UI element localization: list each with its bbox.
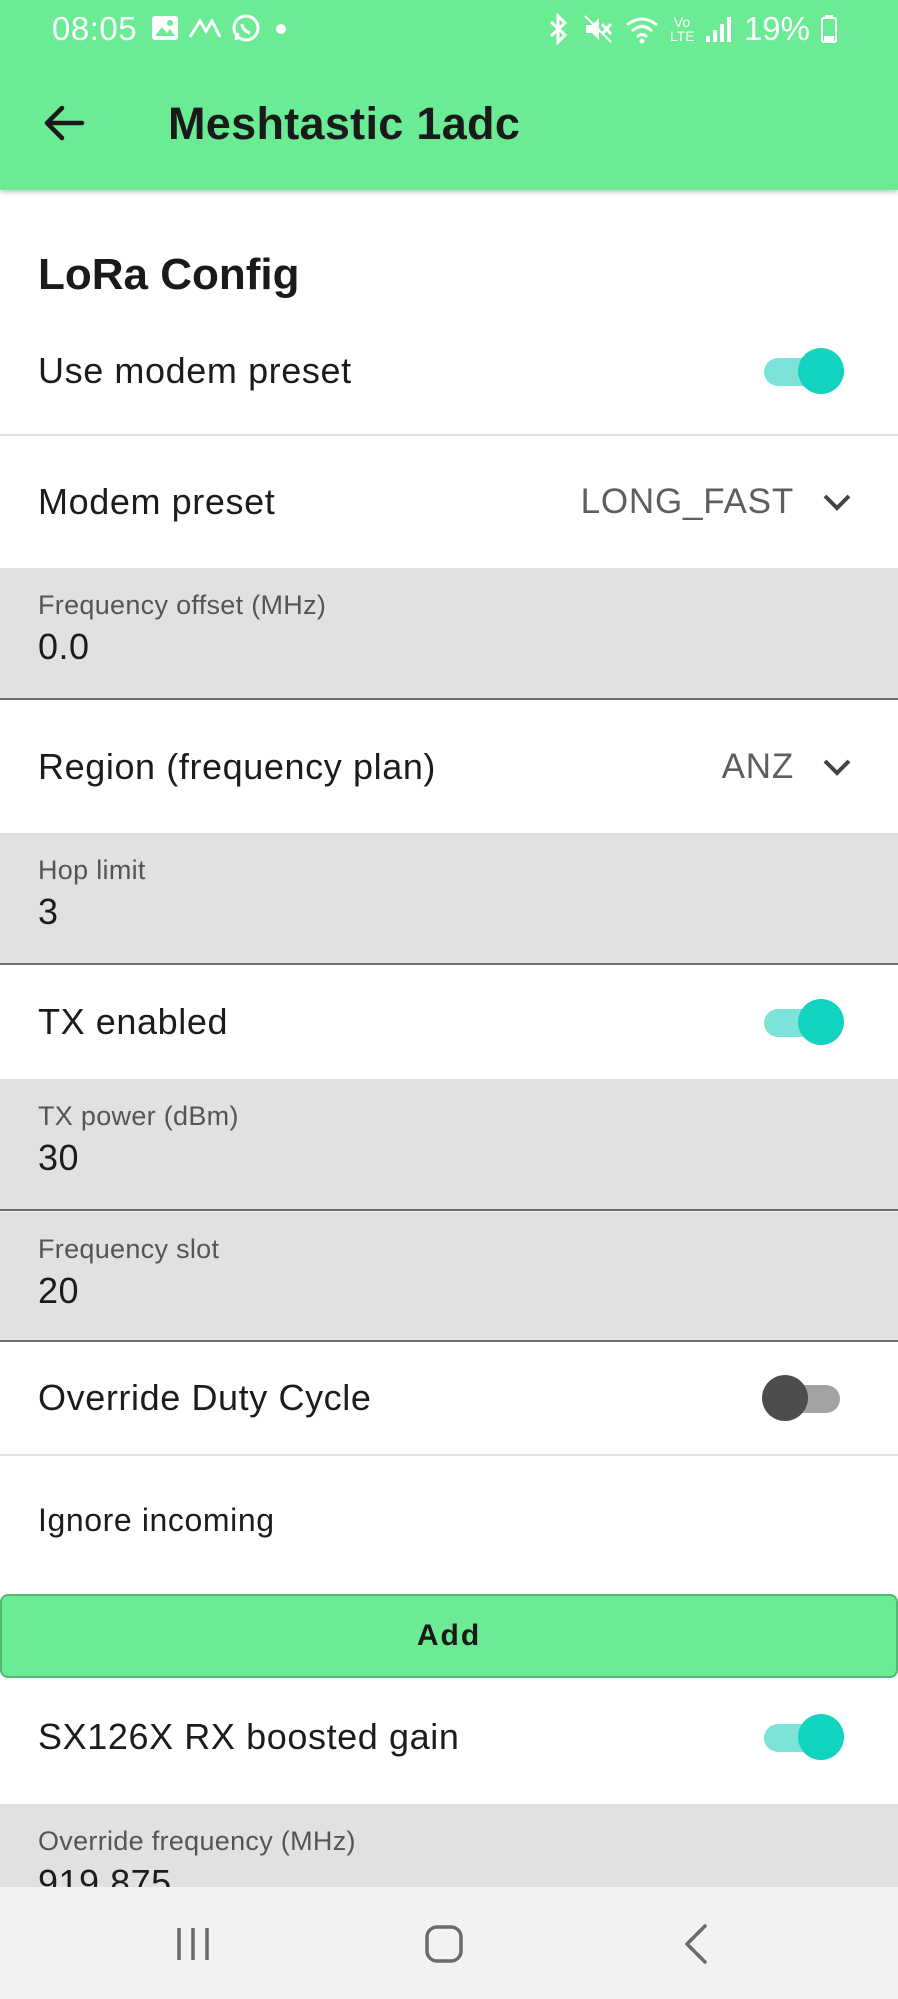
tx-power-label: TX power (dBm) <box>38 1101 239 1131</box>
battery-icon <box>820 14 838 44</box>
home-icon <box>425 1925 463 1963</box>
lora-config-screen[interactable]: LoRa Config Use modem preset Modem prese… <box>0 190 898 1887</box>
modem-preset-dropdown[interactable]: LONG_FAST <box>581 482 852 522</box>
add-button-label: Add <box>416 1619 482 1652</box>
system-nav-bar <box>0 1887 898 1999</box>
add-button[interactable]: Add <box>0 1594 898 1678</box>
bluetooth-icon <box>546 13 572 45</box>
volte-icon: Vo LTE <box>669 14 695 44</box>
app-header: 08:05 Vo LTE 19% Meshtastic 1adc <box>0 0 898 190</box>
frequency-offset-label: Frequency offset (MHz) <box>38 590 327 620</box>
switch-thumb <box>798 1714 844 1760</box>
signal-icon <box>704 14 734 44</box>
recent-apps-icon <box>177 1928 209 1960</box>
battery-percent: 19% <box>743 10 810 47</box>
rx-boosted-gain-label: SX126X RX boosted gain <box>38 1716 460 1757</box>
section-title: LoRa Config <box>38 250 300 299</box>
modem-preset-row[interactable]: Modem preset LONG_FAST <box>0 436 898 568</box>
status-bar: 08:05 Vo LTE 19% <box>0 0 898 60</box>
use-modem-preset-switch[interactable] <box>762 346 844 396</box>
tx-enabled-switch[interactable] <box>762 997 844 1047</box>
frequency-offset-value: 0.0 <box>38 626 90 667</box>
image-icon <box>150 13 180 51</box>
rx-boosted-gain-row[interactable]: SX126X RX boosted gain <box>0 1680 898 1794</box>
hop-limit-label: Hop limit <box>38 855 146 885</box>
override-frequency-label: Override frequency (MHz) <box>38 1826 356 1856</box>
modem-preset-value: LONG_FAST <box>580 482 794 521</box>
chevron-down-icon <box>823 759 851 776</box>
override-duty-cycle-switch[interactable] <box>762 1373 844 1423</box>
region-value: ANZ <box>721 746 794 786</box>
tx-enabled-row[interactable]: TX enabled <box>0 965 898 1079</box>
back-icon <box>685 1924 707 1964</box>
back-button[interactable] <box>36 95 92 151</box>
rx-boosted-gain-switch[interactable] <box>762 1712 844 1762</box>
page-title: Meshtastic 1adc <box>168 98 521 149</box>
wifi-icon <box>624 13 660 45</box>
recent-apps-button[interactable] <box>163 1917 223 1971</box>
region-dropdown[interactable]: ANZ <box>722 747 852 787</box>
mute-icon <box>582 13 614 45</box>
dot-icon <box>270 13 292 51</box>
chevron-down-icon <box>823 494 851 511</box>
override-frequency-value: 919.875 <box>38 1862 172 1887</box>
override-duty-cycle-row[interactable]: Override Duty Cycle <box>0 1342 898 1456</box>
modem-preset-label: Modem preset <box>38 481 276 522</box>
use-modem-preset-row[interactable]: Use modem preset <box>0 308 898 436</box>
notification-icons <box>150 12 292 52</box>
frequency-slot-field[interactable]: Frequency slot 20 <box>0 1211 898 1342</box>
home-button[interactable] <box>414 1917 474 1971</box>
tx-power-field[interactable]: TX power (dBm) 30 <box>0 1079 898 1211</box>
nav-back-button[interactable] <box>666 1917 726 1971</box>
frequency-slot-value: 20 <box>38 1270 80 1311</box>
switch-thumb <box>762 1375 808 1421</box>
switch-thumb <box>798 348 844 394</box>
status-time: 08:05 <box>52 10 138 47</box>
activity-icon <box>188 13 222 51</box>
override-duty-cycle-label: Override Duty Cycle <box>38 1377 372 1418</box>
use-modem-preset-label: Use modem preset <box>38 350 352 391</box>
region-label: Region (frequency plan) <box>38 745 437 787</box>
tx-power-value: 30 <box>38 1137 80 1178</box>
override-frequency-field[interactable]: Override frequency (MHz) 919.875 <box>0 1804 898 1887</box>
tx-enabled-label: TX enabled <box>38 1001 229 1042</box>
system-icons: Vo LTE 19% <box>546 10 838 48</box>
hop-limit-field[interactable]: Hop limit 3 <box>0 833 898 965</box>
frequency-slot-label: Frequency slot <box>38 1234 220 1264</box>
switch-thumb <box>798 999 844 1045</box>
arrow-back-icon <box>44 105 85 141</box>
whatsapp-icon <box>230 12 262 52</box>
ignore-incoming-label: Ignore incoming <box>38 1501 275 1538</box>
frequency-offset-field[interactable]: Frequency offset (MHz) 0.0 <box>0 568 898 700</box>
region-row[interactable]: Region (frequency plan) ANZ <box>0 700 898 833</box>
ignore-incoming-row: Ignore incoming <box>0 1456 898 1584</box>
hop-limit-value: 3 <box>38 891 59 932</box>
